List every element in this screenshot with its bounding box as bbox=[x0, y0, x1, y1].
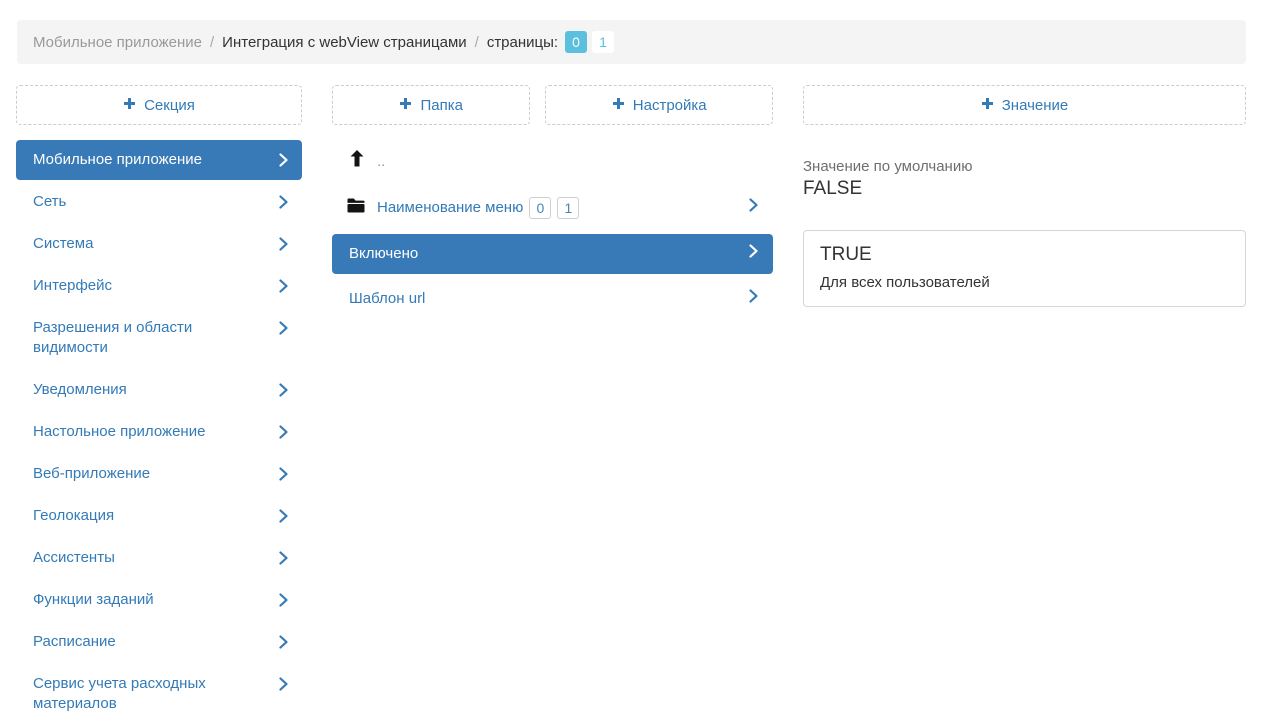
sidebar-item-network[interactable]: Сеть bbox=[16, 182, 302, 222]
sidebar-item-consumables-service[interactable]: Сервис учета расходных материалов bbox=[16, 664, 302, 723]
chevron-right-icon bbox=[279, 279, 288, 299]
chevron-right-icon bbox=[279, 195, 288, 215]
folder-item-menu-name[interactable]: Наименование меню 0 1 bbox=[332, 187, 773, 229]
add-section-button[interactable]: Секция bbox=[16, 85, 302, 125]
sidebar-item-label: Ассистенты bbox=[33, 549, 115, 566]
sidebar-item-label: Система bbox=[33, 235, 93, 252]
arrow-up-icon bbox=[350, 150, 364, 173]
settings-toolbar: Папка Настройка bbox=[332, 85, 773, 125]
add-setting-button[interactable]: Настройка bbox=[545, 85, 773, 125]
sidebar-item-label: Настольное приложение bbox=[33, 423, 205, 440]
sidebar-item-desktop-app[interactable]: Настольное приложение bbox=[16, 412, 302, 452]
sidebar-item-task-functions[interactable]: Функции заданий bbox=[16, 580, 302, 620]
folder-label: Наименование меню bbox=[377, 198, 523, 218]
chevron-right-icon bbox=[279, 467, 288, 487]
sidebar-item-assistants[interactable]: Ассистенты bbox=[16, 538, 302, 578]
chevron-right-icon bbox=[279, 509, 288, 529]
folder-icon bbox=[347, 198, 365, 219]
sidebar-item-geolocation[interactable]: Геолокация bbox=[16, 496, 302, 536]
chevron-right-icon bbox=[279, 677, 288, 697]
breadcrumb-item-pages: страницы: bbox=[487, 34, 558, 51]
chevron-right-icon bbox=[279, 237, 288, 257]
chevron-right-icon bbox=[279, 383, 288, 403]
folder-count-badge-1[interactable]: 1 bbox=[557, 197, 579, 219]
sidebar-item-mobile-app[interactable]: Мобильное приложение bbox=[16, 140, 302, 180]
plus-icon bbox=[981, 97, 994, 114]
chevron-right-icon bbox=[279, 321, 288, 341]
add-folder-button[interactable]: Папка bbox=[332, 85, 530, 125]
values-column: Значение Значение по умолчанию FALSE TRU… bbox=[803, 85, 1246, 723]
sidebar-item-interface[interactable]: Интерфейс bbox=[16, 266, 302, 306]
chevron-right-icon bbox=[749, 244, 758, 264]
setting-item-url-template[interactable]: Шаблон url bbox=[332, 279, 773, 319]
sidebar-item-label: Сервис учета расходных материалов bbox=[33, 675, 206, 712]
sections-column: Секция Мобильное приложение Сеть Система… bbox=[16, 85, 302, 723]
plus-icon bbox=[399, 97, 412, 114]
folder-up-label: .. bbox=[377, 152, 385, 172]
sections-nav: Мобильное приложение Сеть Система Интерф… bbox=[16, 140, 302, 723]
sidebar-item-label: Уведомления bbox=[33, 381, 127, 398]
setting-item-label: Включено bbox=[349, 245, 418, 262]
sidebar-item-label: Расписание bbox=[33, 633, 116, 650]
add-setting-label: Настройка bbox=[633, 97, 707, 114]
default-value-label: Значение по умолчанию bbox=[803, 158, 1246, 175]
setting-item-label: Шаблон url bbox=[349, 290, 425, 307]
breadcrumb-separator: / bbox=[475, 34, 479, 51]
breadcrumb-item-mobile-app[interactable]: Мобильное приложение bbox=[33, 34, 202, 51]
sidebar-item-label: Функции заданий bbox=[33, 591, 154, 608]
chevron-right-icon bbox=[279, 551, 288, 571]
chevron-right-icon bbox=[749, 289, 758, 309]
value-card-value: TRUE bbox=[820, 244, 1229, 266]
sidebar-item-schedule[interactable]: Расписание bbox=[16, 622, 302, 662]
sidebar-item-label: Геолокация bbox=[33, 507, 114, 524]
breadcrumb-separator: / bbox=[210, 34, 214, 51]
value-card-description: Для всех пользователей bbox=[820, 274, 1229, 291]
setting-item-enabled[interactable]: Включено bbox=[332, 234, 773, 274]
chevron-right-icon bbox=[279, 425, 288, 445]
add-section-label: Секция bbox=[144, 97, 195, 114]
plus-icon bbox=[612, 97, 625, 114]
sidebar-item-label: Разрешения и области видимости bbox=[33, 319, 192, 356]
sidebar-item-label: Интерфейс bbox=[33, 277, 112, 294]
settings-list: .. Наименование меню 0 1 Включено Шаблон… bbox=[332, 148, 773, 319]
sidebar-item-label: Мобильное приложение bbox=[33, 151, 202, 168]
add-value-button[interactable]: Значение bbox=[803, 85, 1246, 125]
value-card-true[interactable]: TRUE Для всех пользователей bbox=[803, 230, 1246, 307]
pages-badge-1[interactable]: 1 bbox=[592, 31, 614, 53]
breadcrumb-item-webview-integration[interactable]: Интеграция с webView страницами bbox=[222, 34, 466, 51]
default-value: FALSE bbox=[803, 178, 1246, 200]
sidebar-item-notifications[interactable]: Уведомления bbox=[16, 370, 302, 410]
pages-badge-0[interactable]: 0 bbox=[565, 31, 587, 53]
sidebar-item-label: Веб-приложение bbox=[33, 465, 150, 482]
chevron-right-icon bbox=[279, 635, 288, 655]
sidebar-item-web-app[interactable]: Веб-приложение bbox=[16, 454, 302, 494]
folder-count-badge-0[interactable]: 0 bbox=[529, 197, 551, 219]
sidebar-item-label: Сеть bbox=[33, 193, 66, 210]
plus-icon bbox=[123, 97, 136, 114]
chevron-right-icon bbox=[279, 593, 288, 613]
chevron-right-icon bbox=[279, 153, 288, 173]
settings-column: Папка Настройка .. Наименование меню 0 1… bbox=[332, 85, 773, 723]
main-content: Секция Мобильное приложение Сеть Система… bbox=[0, 85, 1262, 723]
sidebar-item-system[interactable]: Система bbox=[16, 224, 302, 264]
add-folder-label: Папка bbox=[420, 97, 462, 114]
sidebar-item-permissions[interactable]: Разрешения и области видимости bbox=[16, 308, 302, 368]
add-value-label: Значение bbox=[1002, 97, 1069, 114]
breadcrumb: Мобильное приложение / Интеграция с webV… bbox=[17, 20, 1246, 64]
folder-up-item[interactable]: .. bbox=[332, 148, 773, 175]
chevron-right-icon bbox=[749, 198, 758, 218]
